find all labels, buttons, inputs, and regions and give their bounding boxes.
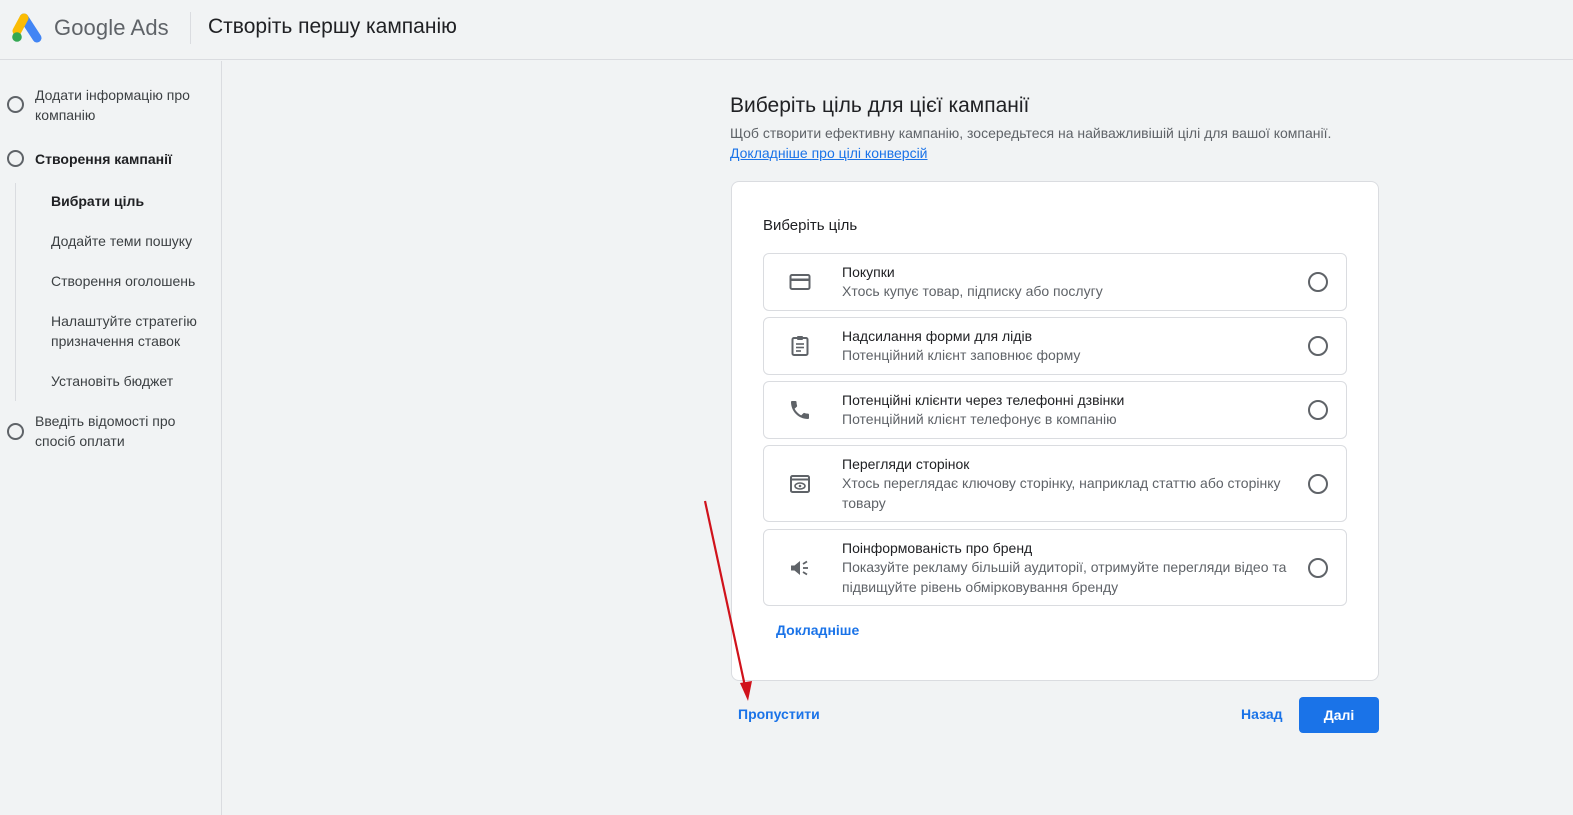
top-bar: Google Ads Створіть першу кампанію: [0, 0, 1573, 60]
goal-option-brand-awareness[interactable]: Поінформованість про бренд Показуйте рек…: [763, 529, 1347, 606]
main-heading: Виберіть ціль для цієї кампанії: [730, 94, 1030, 117]
page-view-icon: [790, 475, 810, 493]
option-title: Покупки: [842, 264, 895, 280]
substep-bidding[interactable]: Налаштуйте стратегію призначення ставок: [51, 311, 216, 351]
learn-more-link[interactable]: Докладніше: [776, 622, 859, 638]
goal-option-purchases[interactable]: Покупки Хтось купує товар, підписку або …: [763, 253, 1347, 311]
annotation-arrow-icon: [703, 500, 752, 701]
megaphone-icon: [791, 560, 808, 576]
card-title: Виберіть ціль: [763, 217, 858, 234]
back-button[interactable]: Назад: [1241, 706, 1283, 722]
option-radio[interactable]: [1308, 400, 1328, 420]
option-desc: Хтось купує товар, підписку або послугу: [842, 283, 1103, 299]
substep-create-ads[interactable]: Створення оголошень: [51, 271, 216, 291]
substep-line: [15, 183, 16, 401]
step-circle-icon: [7, 423, 24, 440]
goal-option-phone-calls[interactable]: Потенційні клієнти через телефонні дзвін…: [763, 381, 1347, 439]
page-title: Створіть першу кампанію: [208, 15, 457, 38]
credit-card-icon: [789, 274, 811, 290]
option-title: Перегляди сторінок: [842, 456, 970, 472]
option-title: Поінформованість про бренд: [842, 540, 1033, 556]
option-desc: Хтось переглядає ключову сторінку, напри…: [842, 475, 1281, 511]
step-circle-icon: [7, 96, 24, 113]
option-radio[interactable]: [1308, 336, 1328, 356]
option-desc: Потенційний клієнт телефонує в компанію: [842, 411, 1117, 427]
header-divider: [190, 12, 191, 44]
brand-name: Google Ads: [54, 15, 169, 40]
goal-option-page-views[interactable]: Перегляди сторінок Хтось переглядає ключ…: [763, 445, 1347, 522]
phone-icon: [791, 401, 809, 419]
substep-search-themes[interactable]: Додайте теми пошуку: [51, 231, 216, 251]
next-button[interactable]: Далі: [1299, 697, 1379, 733]
substep-choose-goal[interactable]: Вибрати ціль: [51, 191, 216, 211]
step-label: Введіть відомості про спосіб оплати: [35, 413, 176, 449]
sidebar-stepper: Додати інформацію про компанію Створення…: [0, 61, 222, 815]
step-label: Додати інформацію про компанію: [35, 87, 190, 123]
google-ads-logo-icon[interactable]: [11, 13, 43, 43]
option-desc: Потенційний клієнт заповнює форму: [842, 347, 1081, 363]
option-desc: Показуйте рекламу більшій аудиторії, отр…: [842, 559, 1287, 595]
clipboard-icon: [791, 336, 809, 356]
option-radio[interactable]: [1308, 474, 1328, 494]
step-label: Створення кампанії: [35, 151, 172, 167]
main-subtitle: Щоб створити ефективну кампанію, зосеред…: [730, 125, 1332, 141]
option-title: Надсилання форми для лідів: [842, 328, 1033, 344]
goal-card: Виберіть ціль Покупки Хтось купує товар,…: [731, 181, 1379, 681]
conversion-goals-link[interactable]: Докладніше про цілі конверсій: [730, 145, 928, 161]
substep-budget[interactable]: Установіть бюджет: [51, 371, 216, 391]
step-circle-icon: [7, 150, 24, 167]
goal-option-lead-form[interactable]: Надсилання форми для лідів Потенційний к…: [763, 317, 1347, 375]
option-title: Потенційні клієнти через телефонні дзвін…: [842, 392, 1125, 408]
option-radio[interactable]: [1308, 272, 1328, 292]
option-radio[interactable]: [1308, 558, 1328, 578]
